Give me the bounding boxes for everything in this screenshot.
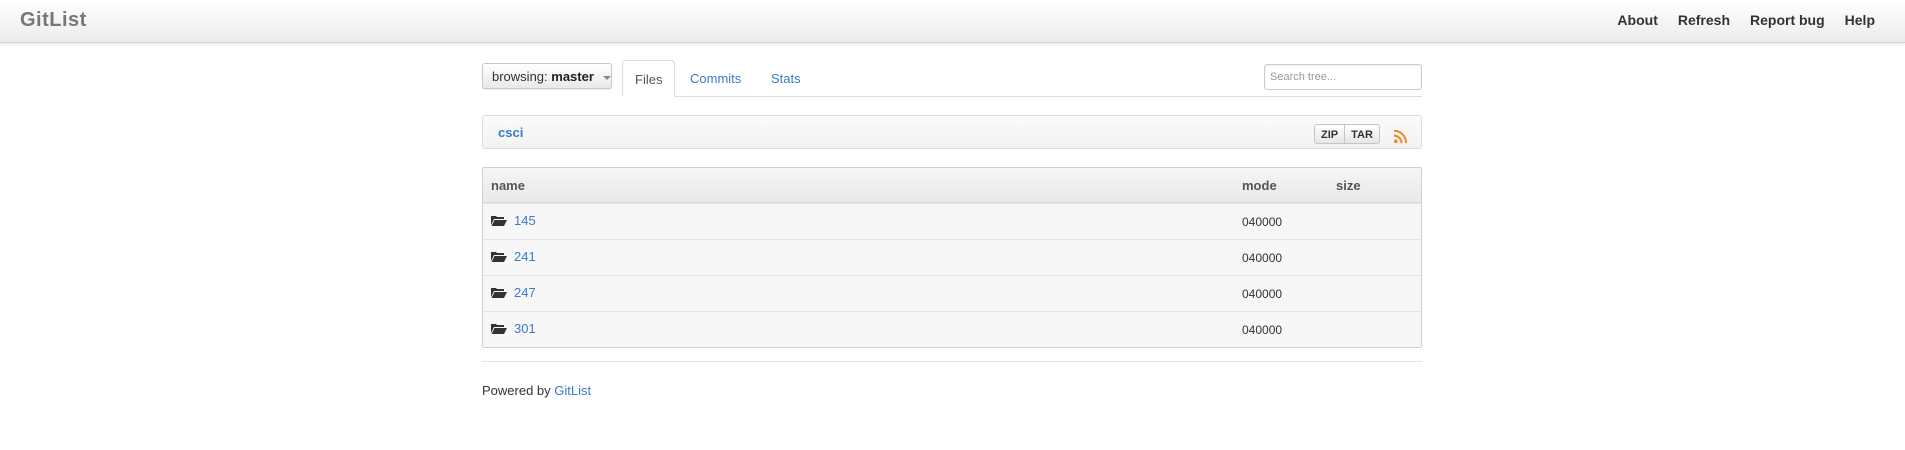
table-row: 301 040000	[483, 311, 1421, 347]
breadcrumb-repo-link[interactable]: csci	[498, 125, 523, 140]
tree-item-link[interactable]: 145	[514, 213, 536, 228]
download-tar-button[interactable]: TAR	[1345, 124, 1380, 144]
tree-item-mode: 040000	[1242, 323, 1283, 337]
download-zip-button[interactable]: ZIP	[1314, 124, 1346, 144]
column-header-name: name	[491, 178, 525, 193]
tree-item-link[interactable]: 241	[514, 249, 536, 264]
tree-item-mode: 040000	[1242, 215, 1283, 229]
branch-name: master	[551, 69, 594, 84]
table-row: 145 040000	[483, 203, 1421, 239]
nav-about-link[interactable]: About	[1617, 12, 1657, 28]
rss-feed-icon[interactable]	[1393, 129, 1408, 144]
folder-open-icon	[491, 252, 507, 262]
table-row: 247 040000	[483, 275, 1421, 311]
caret-down-icon	[602, 75, 611, 80]
tree-item-link[interactable]: 301	[514, 321, 536, 336]
footer-divider	[482, 361, 1422, 362]
search-tree-input[interactable]	[1264, 64, 1422, 90]
tab-stats[interactable]: Stats	[759, 60, 813, 97]
footer-gitlist-link[interactable]: GitList	[554, 383, 591, 398]
tree-item-mode: 040000	[1242, 287, 1283, 301]
tree-item-link[interactable]: 247	[514, 285, 536, 300]
top-navbar: GitList About Refresh Report bug Help	[0, 0, 1905, 43]
table-header: name mode size	[483, 168, 1421, 203]
nav-refresh-link[interactable]: Refresh	[1678, 12, 1730, 28]
footer-prefix: Powered by	[482, 383, 551, 398]
column-header-mode: mode	[1242, 178, 1277, 193]
branch-dropdown-button[interactable]: browsing: master	[482, 63, 612, 89]
tab-commits[interactable]: Commits	[678, 60, 753, 97]
footer: Powered by GitList	[482, 383, 591, 398]
download-button-group: ZIP TAR	[1314, 124, 1380, 144]
tab-files[interactable]: Files	[622, 60, 676, 97]
brand-logo-link[interactable]: GitList	[20, 9, 87, 32]
nav-links: About Refresh Report bug Help	[1597, 12, 1875, 28]
breadcrumb-bar: csci ZIP TAR	[482, 115, 1422, 149]
folder-open-icon	[491, 216, 507, 226]
nav-help-link[interactable]: Help	[1845, 12, 1875, 28]
tree-item-mode: 040000	[1242, 251, 1283, 265]
folder-open-icon	[491, 288, 507, 298]
nav-report-bug-link[interactable]: Report bug	[1750, 12, 1825, 28]
branch-prefix: browsing:	[492, 69, 548, 84]
column-header-size: size	[1336, 178, 1361, 193]
table-row: 241 040000	[483, 239, 1421, 275]
folder-open-icon	[491, 324, 507, 334]
file-tree-table: name mode size 145 040000 241 040000 247…	[482, 167, 1422, 348]
